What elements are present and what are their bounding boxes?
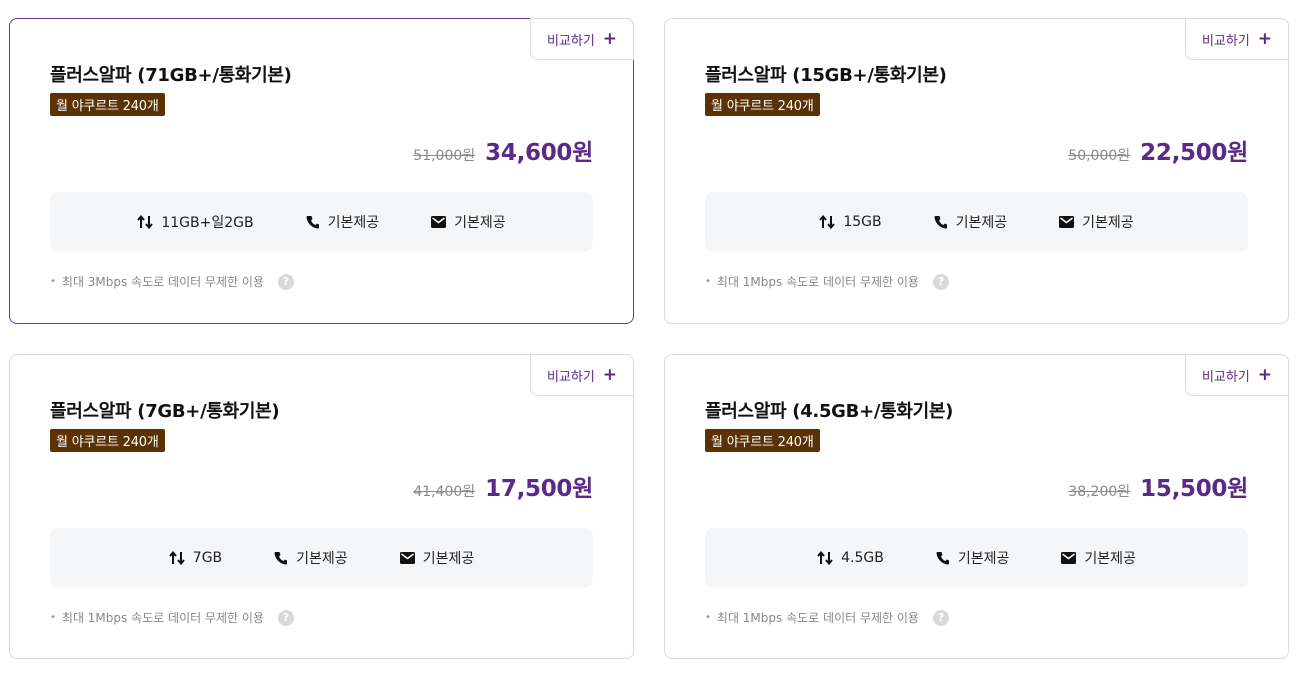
plan-note: • 최대 1Mbps 속도로 데이터 무제한 이용 ? bbox=[50, 609, 294, 626]
feature-voice: 기본제공 bbox=[934, 212, 1008, 232]
bullet-dot: • bbox=[50, 612, 56, 623]
plan-note: • 최대 1Mbps 속도로 데이터 무제한 이용 ? bbox=[705, 609, 949, 626]
plus-icon: + bbox=[1257, 364, 1273, 385]
phone-icon bbox=[274, 551, 288, 565]
feature-data: 4.5GB bbox=[817, 550, 884, 566]
plus-icon: + bbox=[602, 28, 618, 49]
original-price: 51,000원 bbox=[413, 148, 476, 164]
price-row: 41,400원 17,500원 bbox=[413, 469, 593, 503]
feature-voice-value: 기본제공 bbox=[955, 215, 1008, 231]
feature-data-value: 7GB bbox=[192, 550, 223, 566]
help-icon[interactable]: ? bbox=[277, 609, 294, 626]
data-transfer-icon bbox=[169, 551, 185, 565]
compare-button[interactable]: 비교하기 + bbox=[1185, 354, 1289, 396]
compare-button-label: 비교하기 bbox=[546, 33, 595, 49]
feature-sms-value: 기본제공 bbox=[1082, 215, 1134, 231]
help-icon[interactable]: ? bbox=[932, 609, 949, 626]
feature-sms: 기본제공 bbox=[399, 548, 475, 568]
feature-data-value: 11GB+일2GB bbox=[161, 215, 254, 231]
original-price: 41,400원 bbox=[413, 484, 476, 500]
feature-box: 15GB 기본제공 기본제공 bbox=[705, 192, 1248, 252]
feature-sms: 기본제공 bbox=[431, 212, 506, 232]
plus-icon: + bbox=[602, 364, 618, 385]
feature-voice: 기본제공 bbox=[274, 548, 348, 568]
plus-icon: + bbox=[1257, 28, 1273, 49]
plan-grid: 비교하기 + 플러스알파 (71GB+/통화기본) 월 야쿠르트 240개 51… bbox=[9, 18, 1289, 659]
data-transfer-icon bbox=[817, 551, 833, 565]
mail-icon bbox=[1061, 552, 1077, 564]
feature-data: 11GB+일2GB bbox=[137, 212, 254, 232]
bullet-dot: • bbox=[705, 276, 711, 287]
feature-data-value: 4.5GB bbox=[841, 550, 884, 566]
promo-badge: 월 야쿠르트 240개 bbox=[50, 429, 165, 452]
feature-voice-value: 기본제공 bbox=[957, 551, 1010, 567]
feature-data-value: 15GB bbox=[843, 214, 882, 230]
mail-icon bbox=[399, 552, 415, 564]
feature-data: 7GB bbox=[169, 550, 222, 566]
compare-button-label: 비교하기 bbox=[1201, 33, 1250, 49]
sale-price: 15,500원 bbox=[1140, 476, 1248, 502]
bullet-dot: • bbox=[705, 612, 711, 623]
compare-button[interactable]: 비교하기 + bbox=[530, 354, 634, 396]
help-icon[interactable]: ? bbox=[277, 273, 294, 290]
feature-box: 11GB+일2GB 기본제공 기본제공 bbox=[50, 192, 593, 252]
mail-icon bbox=[431, 216, 447, 228]
price-row: 51,000원 34,600원 bbox=[413, 133, 593, 167]
promo-badge: 월 야쿠르트 240개 bbox=[50, 93, 165, 116]
help-icon[interactable]: ? bbox=[932, 273, 949, 290]
original-price: 38,200원 bbox=[1068, 484, 1131, 500]
feature-sms-value: 기본제공 bbox=[1084, 551, 1136, 567]
data-transfer-icon bbox=[137, 215, 154, 229]
bullet-dot: • bbox=[50, 276, 56, 287]
plan-note: • 최대 3Mbps 속도로 데이터 무제한 이용 ? bbox=[50, 273, 294, 290]
feature-sms: 기본제공 bbox=[1059, 212, 1134, 232]
plan-card[interactable]: 비교하기 + 플러스알파 (15GB+/통화기본) 월 야쿠르트 240개 50… bbox=[664, 18, 1289, 324]
plan-name: 플러스알파 (4.5GB+/통화기본) bbox=[705, 401, 954, 422]
sale-price: 17,500원 bbox=[485, 476, 593, 502]
plan-note: • 최대 1Mbps 속도로 데이터 무제한 이용 ? bbox=[705, 273, 949, 290]
plan-note-text: 최대 1Mbps 속도로 데이터 무제한 이용 bbox=[716, 611, 919, 625]
phone-icon bbox=[934, 215, 948, 229]
feature-box: 7GB 기본제공 기본제공 bbox=[50, 528, 593, 588]
feature-voice: 기본제공 bbox=[306, 212, 380, 232]
plan-card[interactable]: 비교하기 + 플러스알파 (7GB+/통화기본) 월 야쿠르트 240개 41,… bbox=[9, 354, 634, 659]
feature-sms-value: 기본제공 bbox=[422, 551, 475, 567]
price-row: 38,200원 15,500원 bbox=[1068, 469, 1248, 503]
mail-icon bbox=[1059, 216, 1075, 228]
compare-button[interactable]: 비교하기 + bbox=[1185, 18, 1289, 60]
plan-name: 플러스알파 (71GB+/통화기본) bbox=[50, 65, 292, 86]
feature-voice-value: 기본제공 bbox=[296, 551, 348, 567]
plan-note-text: 최대 1Mbps 속도로 데이터 무제한 이용 bbox=[716, 275, 919, 289]
plan-card[interactable]: 비교하기 + 플러스알파 (4.5GB+/통화기본) 월 야쿠르트 240개 3… bbox=[664, 354, 1289, 659]
compare-button-label: 비교하기 bbox=[1201, 369, 1250, 385]
original-price: 50,000원 bbox=[1068, 148, 1131, 164]
price-row: 50,000원 22,500원 bbox=[1068, 133, 1248, 167]
feature-voice-value: 기본제공 bbox=[327, 215, 380, 231]
plan-note-text: 최대 3Mbps 속도로 데이터 무제한 이용 bbox=[61, 275, 264, 289]
plan-name: 플러스알파 (7GB+/통화기본) bbox=[50, 401, 280, 422]
feature-box: 4.5GB 기본제공 기본제공 bbox=[705, 528, 1248, 588]
promo-badge: 월 야쿠르트 240개 bbox=[705, 93, 820, 116]
data-transfer-icon bbox=[819, 215, 836, 229]
plan-card[interactable]: 비교하기 + 플러스알파 (71GB+/통화기본) 월 야쿠르트 240개 51… bbox=[9, 18, 634, 324]
phone-icon bbox=[936, 551, 950, 565]
sale-price: 22,500원 bbox=[1140, 140, 1248, 166]
feature-data: 15GB bbox=[819, 214, 882, 230]
feature-sms-value: 기본제공 bbox=[454, 215, 506, 231]
feature-voice: 기본제공 bbox=[936, 548, 1010, 568]
feature-sms: 기본제공 bbox=[1061, 548, 1136, 568]
plan-note-text: 최대 1Mbps 속도로 데이터 무제한 이용 bbox=[61, 611, 264, 625]
compare-button[interactable]: 비교하기 + bbox=[530, 18, 634, 60]
compare-button-label: 비교하기 bbox=[546, 369, 595, 385]
plan-name: 플러스알파 (15GB+/통화기본) bbox=[705, 65, 947, 86]
sale-price: 34,600원 bbox=[485, 140, 593, 166]
phone-icon bbox=[306, 215, 320, 229]
promo-badge: 월 야쿠르트 240개 bbox=[705, 429, 820, 452]
